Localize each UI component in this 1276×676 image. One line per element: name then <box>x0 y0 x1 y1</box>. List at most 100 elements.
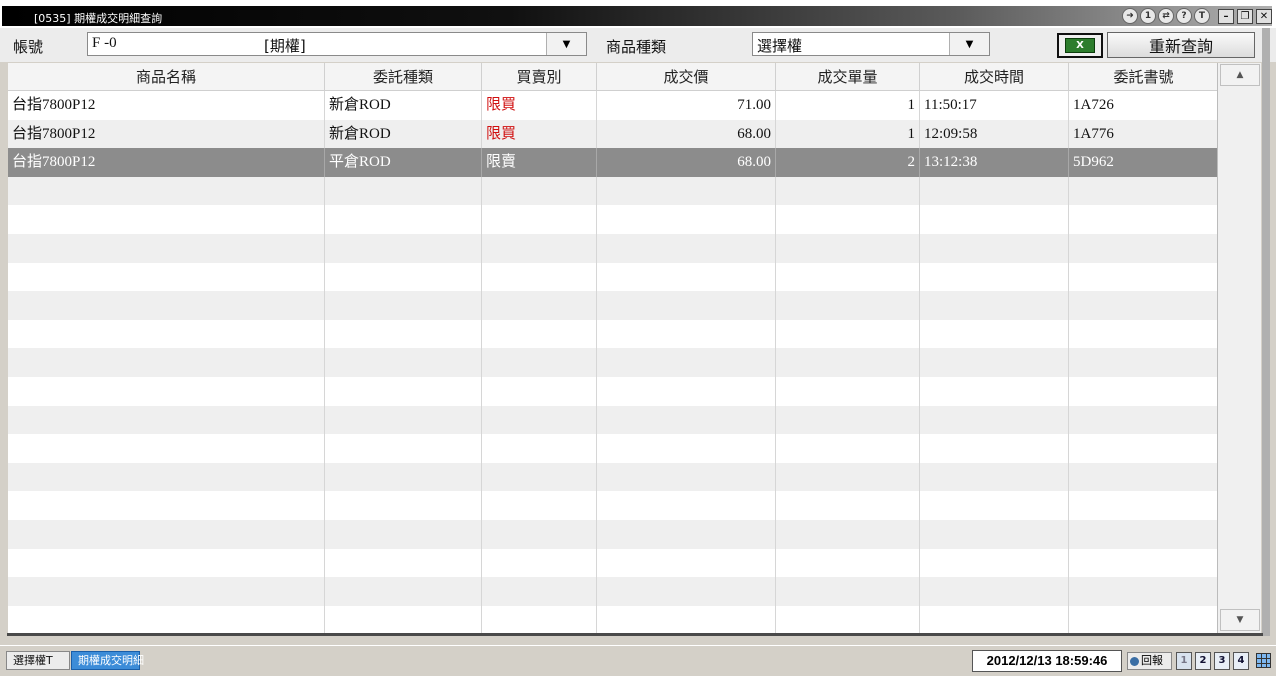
cell-product <box>8 434 325 463</box>
cell-time <box>920 434 1069 463</box>
column-header-time[interactable]: 成交時間 <box>920 63 1069 91</box>
requery-button[interactable]: 重新查詢 <box>1107 32 1255 58</box>
grid-header: 商品名稱 委託種類 買賣別 成交價 成交單量 成交時間 委託書號 <box>8 63 1218 91</box>
empty-table-row[interactable] <box>8 548 1218 578</box>
table-row[interactable]: 台指7800P12 平倉ROD 限賣 68.00 2 13:12:38 5D962 <box>8 148 1218 177</box>
empty-table-row[interactable] <box>8 319 1218 349</box>
tab-trade-detail[interactable]: 期權成交明細 <box>71 651 144 670</box>
account-type: [期權] <box>264 37 306 55</box>
empty-table-row[interactable] <box>8 520 1218 549</box>
cell-qty <box>776 520 920 549</box>
cell-qty <box>776 348 920 377</box>
frame-divider <box>7 633 1263 636</box>
one-icon[interactable]: 1 <box>1140 8 1156 24</box>
cell-qty <box>776 234 920 263</box>
cell-product <box>8 462 325 492</box>
minimize-button[interactable]: – <box>1218 8 1234 24</box>
empty-table-row[interactable] <box>8 262 1218 292</box>
cell-qty <box>776 434 920 463</box>
vertical-scrollbar[interactable]: ▲ ▼ <box>1217 63 1261 633</box>
chevron-down-icon[interactable]: ▼ <box>546 33 586 55</box>
excel-icon: X <box>1065 38 1095 53</box>
cell-qty: 1 <box>776 91 920 120</box>
cell-price: 68.00 <box>597 119 776 149</box>
t-icon[interactable]: T <box>1194 8 1210 24</box>
cell-time <box>920 205 1069 234</box>
empty-table-row[interactable] <box>8 605 1218 633</box>
cell-order-type <box>325 548 482 578</box>
table-row[interactable]: 台指7800P12 新倉ROD 限買 71.00 1 11:50:17 1A726 <box>8 91 1218 120</box>
window-title: [0535] 期權成交明細查詢 <box>34 12 163 25</box>
cell-product <box>8 291 325 320</box>
empty-table-row[interactable] <box>8 491 1218 520</box>
empty-table-row[interactable] <box>8 348 1218 377</box>
cell-order-type <box>325 348 482 377</box>
cell-product <box>8 605 325 633</box>
account-select[interactable]: F -0 [期權] ▼ <box>87 32 587 56</box>
column-header-product[interactable]: 商品名稱 <box>8 63 325 91</box>
cell-product <box>8 405 325 435</box>
layout-1-button[interactable]: 1 <box>1176 652 1192 670</box>
column-header-order-no[interactable]: 委託書號 <box>1069 63 1218 91</box>
layout-3-button[interactable]: 3 <box>1214 652 1230 670</box>
title-icon-group: ➜ 1 ⇄ ? T – ❐ ✕ <box>1122 8 1272 24</box>
product-type-label: 商品種類 <box>606 38 667 56</box>
cell-side <box>482 434 597 463</box>
empty-table-row[interactable] <box>8 377 1218 406</box>
cell-order-no <box>1069 377 1218 406</box>
cell-time <box>920 462 1069 492</box>
column-header-qty[interactable]: 成交單量 <box>776 63 920 91</box>
empty-table-row[interactable] <box>8 434 1218 463</box>
cell-side <box>482 520 597 549</box>
help-icon[interactable]: ? <box>1176 8 1192 24</box>
cell-qty <box>776 548 920 578</box>
cell-side <box>482 319 597 349</box>
cell-order-no <box>1069 577 1218 606</box>
empty-table-row[interactable] <box>8 205 1218 234</box>
empty-table-row[interactable] <box>8 176 1218 206</box>
cell-order-type <box>325 520 482 549</box>
close-button[interactable]: ✕ <box>1256 8 1272 24</box>
cell-side <box>482 405 597 435</box>
chevron-down-icon[interactable]: ▼ <box>949 33 989 55</box>
cell-side <box>482 348 597 377</box>
empty-table-row[interactable] <box>8 462 1218 492</box>
tab-options-t[interactable]: 選擇權T <box>6 651 70 670</box>
cell-order-type <box>325 319 482 349</box>
cell-product <box>8 319 325 349</box>
cell-price <box>597 377 776 406</box>
cell-side <box>482 577 597 606</box>
cell-time <box>920 577 1069 606</box>
cell-qty <box>776 577 920 606</box>
column-header-price[interactable]: 成交價 <box>597 63 776 91</box>
cell-time <box>920 291 1069 320</box>
scroll-up-icon[interactable]: ▲ <box>1220 64 1260 86</box>
layout-4-button[interactable]: 4 <box>1233 652 1249 670</box>
cell-price <box>597 319 776 349</box>
column-header-side[interactable]: 買賣別 <box>482 63 597 91</box>
cell-product <box>8 577 325 606</box>
empty-table-row[interactable] <box>8 291 1218 320</box>
cell-time <box>920 348 1069 377</box>
empty-table-row[interactable] <box>8 405 1218 435</box>
empty-table-row[interactable] <box>8 577 1218 606</box>
cell-price <box>597 205 776 234</box>
cell-qty <box>776 377 920 406</box>
cell-price <box>597 405 776 435</box>
table-row[interactable]: 台指7800P12 新倉ROD 限買 68.00 1 12:09:58 1A776 <box>8 119 1218 149</box>
grid-layout-icon[interactable] <box>1256 653 1271 668</box>
cell-order-type: 平倉ROD <box>325 148 482 177</box>
product-type-select[interactable]: 選擇權 ▼ <box>752 32 990 56</box>
forward-icon[interactable]: ➜ <box>1122 8 1138 24</box>
export-excel-button[interactable]: X <box>1057 33 1103 58</box>
link-icon[interactable]: ⇄ <box>1158 8 1174 24</box>
scroll-down-icon[interactable]: ▼ <box>1220 609 1260 631</box>
empty-table-row[interactable] <box>8 234 1218 263</box>
cell-order-type <box>325 205 482 234</box>
restore-button[interactable]: ❐ <box>1237 8 1253 24</box>
column-header-order-type[interactable]: 委託種類 <box>325 63 482 91</box>
return-report-button[interactable]: 回報 <box>1127 652 1172 670</box>
cell-order-type: 新倉ROD <box>325 119 482 149</box>
cell-order-no <box>1069 520 1218 549</box>
layout-2-button[interactable]: 2 <box>1195 652 1211 670</box>
